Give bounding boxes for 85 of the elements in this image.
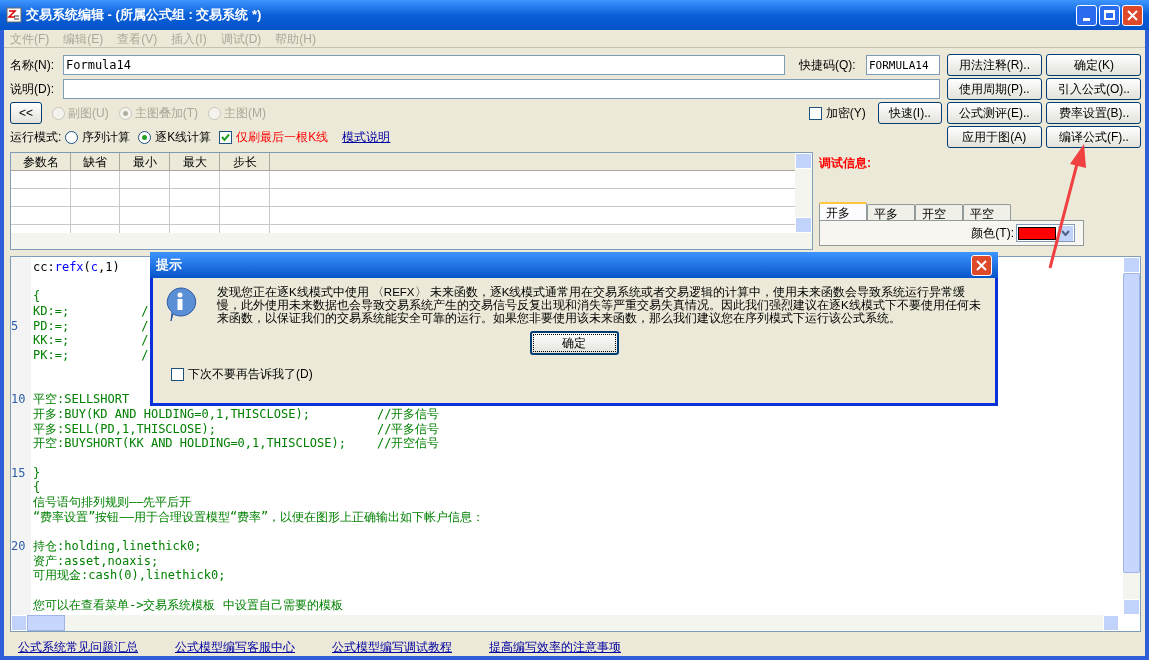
code-line: {	[33, 480, 41, 495]
code-line: “费率设置”按钮——用于合理设置模型“费率”，以便在图形上正确输出如下帐户信息：	[33, 509, 485, 525]
action-button[interactable]: 应用于图(A)	[946, 126, 1042, 148]
code-line: 平多:SELL(PD,1,THISCLOSE);	[33, 421, 217, 437]
help-link[interactable]: 公式系统常见问题汇总	[18, 638, 138, 656]
code-line: {	[33, 289, 41, 305]
code-line: PK:=; /	[33, 348, 149, 363]
code-comment: //开多信号	[377, 406, 440, 422]
code-line: KK:=; /	[33, 333, 149, 349]
shortcut-field[interactable]: FORMULA14	[866, 55, 940, 75]
code-line: PD:=; /	[33, 318, 149, 334]
field-label: 快捷码(Q):	[799, 57, 857, 74]
dialog-title: 提示	[156, 256, 182, 275]
close-button[interactable]	[971, 254, 992, 276]
checkbox[interactable]	[171, 367, 184, 381]
checkbox-label: 下次不要再告诉我了(D)	[188, 366, 313, 383]
checkbox-label: 加密(Y)	[825, 105, 866, 122]
checkbox[interactable]	[808, 106, 822, 120]
checkbox[interactable]	[219, 130, 233, 144]
radio-label: 序列计算	[82, 129, 131, 146]
line-number: 10	[11, 392, 26, 407]
code-comment: //开空信号	[377, 436, 440, 451]
collapse-button[interactable]: <<	[10, 102, 42, 124]
code-line: 开多:BUY(KD AND HOLDING=0,1,THISCLOSE);	[33, 406, 311, 422]
window-title: 交易系统编辑 - (所属公式组 : 交易系统 *)	[26, 6, 262, 25]
close-icon	[976, 259, 987, 271]
code-line: }	[33, 465, 41, 481]
field-label: 说明(D):	[10, 81, 55, 98]
action-button[interactable]: 费率设置(B)..	[1046, 102, 1142, 124]
vertical-scrollbar[interactable]	[1123, 257, 1140, 615]
minimize-button[interactable]	[1076, 4, 1097, 26]
code-line: 持仓:holding,linethick0;	[33, 539, 202, 554]
help-link[interactable]: 提高编写效率的注意事项	[489, 638, 621, 656]
line-number: 20	[11, 539, 26, 554]
field-label: 名称(N):	[10, 57, 55, 74]
quick-button[interactable]: 快速(I)..	[877, 102, 942, 124]
horizontal-scrollbar[interactable]	[11, 615, 1119, 631]
code-line: 您可以在查看菜单->交易系统模板 中设置自己需要的模板	[33, 597, 343, 613]
action-button[interactable]: 引入公式(O)..	[1046, 78, 1142, 100]
help-link[interactable]: 公式模型编写客服中心	[175, 638, 295, 656]
run-mode-label: 运行模式:	[10, 129, 62, 146]
description-field[interactable]	[63, 79, 940, 99]
code-line: 信号语句排列规则——先平后开	[33, 495, 192, 510]
help-link[interactable]: 公式模型编写调试教程	[332, 638, 452, 656]
signal-tab[interactable]: 开多	[819, 202, 867, 220]
code-line: cc:refx(c,1)	[33, 260, 120, 275]
code-line: KD:=; /	[33, 304, 149, 319]
radio-button[interactable]	[138, 130, 152, 144]
debug-info-label: 调试信息:	[819, 155, 872, 172]
column-header: 最大	[170, 153, 220, 170]
column-header: 参数名	[11, 153, 71, 170]
radio-button[interactable]	[65, 130, 79, 144]
vertical-scrollbar[interactable]	[795, 153, 812, 233]
code-line: 可用现金:cash(0),linethick0;	[33, 568, 226, 584]
action-button[interactable]: 公式测评(E)..	[946, 102, 1042, 124]
line-number: 15	[11, 465, 26, 480]
checkbox-label: 仅刷最后一根K线	[236, 129, 329, 146]
code-line: 平空:SELLSHORT	[33, 392, 130, 407]
column-header: 最小	[120, 153, 170, 170]
code-line: 资产:asset,noaxis;	[33, 553, 159, 569]
mode-help-link[interactable]: 模式说明	[342, 128, 391, 146]
horizontal-scrollbar[interactable]	[11, 233, 812, 249]
action-button[interactable]: 编译公式(F)..	[1046, 126, 1142, 148]
radio-label: 逐K线计算	[155, 129, 212, 146]
color-label: 颜色(T):	[971, 225, 1014, 242]
action-button[interactable]: 用法注释(R)..	[946, 54, 1042, 76]
code-line: 开空:BUYSHORT(KK AND HOLDING=0,1,THISCLOSE);	[33, 436, 347, 451]
close-button[interactable]	[1122, 4, 1143, 26]
color-dropdown[interactable]	[1016, 224, 1075, 242]
column-header: 步长	[220, 153, 270, 170]
ok-button[interactable]: 确定	[529, 331, 619, 355]
signal-tab[interactable]: 平多	[867, 204, 915, 220]
action-button[interactable]: 确定(K)	[1046, 54, 1142, 76]
column-header: 缺省	[71, 153, 120, 170]
dialog-message: 发现您正在逐K线模式中使用 〈REFX〉 未来函数，逐K线模式通常用在交易系统或者交易逻辑的计算中，使用未来函数会导致系统运行异常缓慢，此外使用未来数据也会导致交易系统产生的交易信号反复出现和消失等严重交易失真情况。因此我们强烈建议在逐K线模式下不要使用任何未来函数，以保证我们的交易系统能安全可靠的运行。如果您非要使用该未来函数，那么我们建议您在序列模式下运行该公式系统。	[217, 286, 982, 325]
name-field[interactable]: Formula14	[63, 55, 785, 75]
code-comment: //平多信号	[377, 421, 440, 437]
maximize-button[interactable]	[1099, 4, 1120, 26]
line-number: 5	[11, 318, 19, 333]
app-icon	[6, 7, 22, 23]
signal-tab[interactable]: 平空	[963, 204, 1011, 220]
close-icon	[1127, 9, 1138, 21]
signal-tab[interactable]: 开空	[915, 204, 963, 220]
caret-icon	[1061, 230, 1070, 236]
action-button[interactable]: 使用周期(P)..	[946, 78, 1042, 100]
